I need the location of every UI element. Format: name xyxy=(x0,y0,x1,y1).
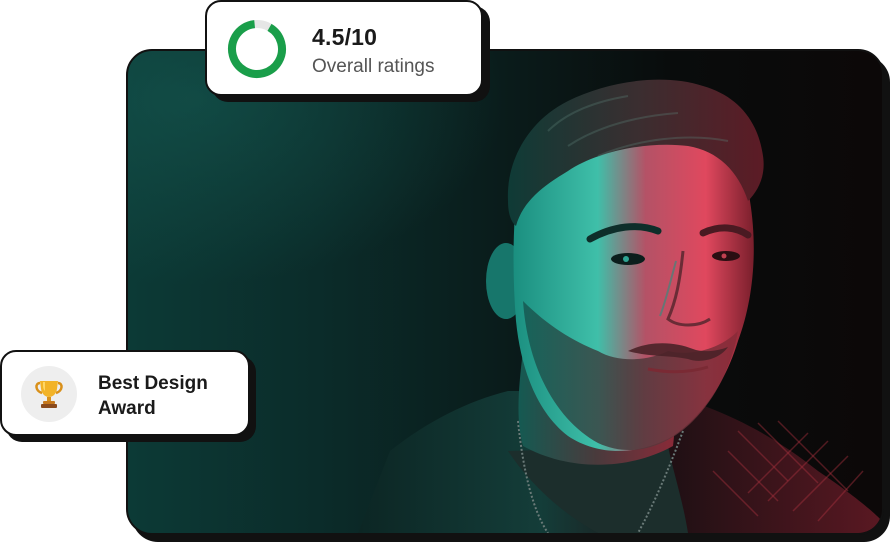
rating-value: 4.5/10 xyxy=(312,24,378,50)
award-title: Best Design Award xyxy=(98,373,208,419)
portrait-photo xyxy=(126,49,884,535)
rating-label: Overall ratings xyxy=(312,56,435,77)
ratings-card: 4.5/10 Overall ratings xyxy=(205,0,483,96)
trophy-badge xyxy=(21,366,77,422)
rating-ring-icon xyxy=(228,19,286,78)
award-card: Best Design Award xyxy=(0,350,250,436)
trophy-icon xyxy=(35,381,63,408)
